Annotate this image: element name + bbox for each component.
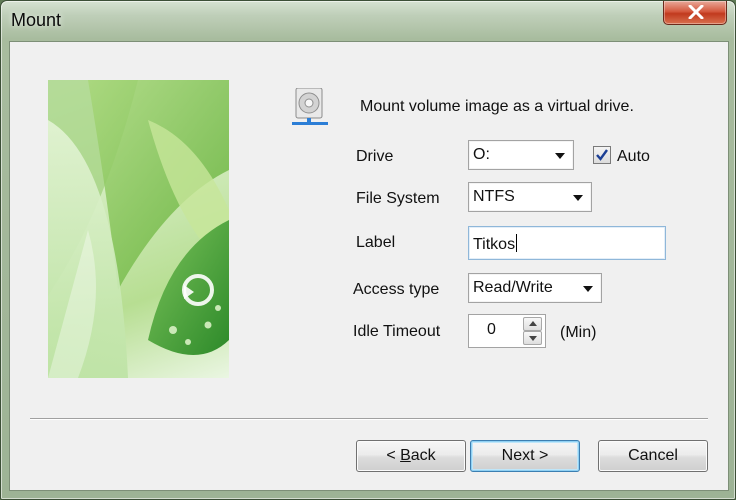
- idle-timeout-label: Idle Timeout: [353, 323, 441, 340]
- auto-label[interactable]: Auto: [617, 148, 650, 166]
- checkmark-icon: [596, 149, 608, 161]
- back-button[interactable]: < Back: [356, 440, 466, 472]
- spin-up-button[interactable]: [523, 317, 542, 331]
- volume-label-input[interactable]: Titkos: [468, 226, 666, 260]
- intro-text: Mount volume image as a virtual drive.: [360, 98, 634, 115]
- close-icon: [688, 5, 704, 19]
- access-type-select-value: Read/Write: [473, 279, 553, 296]
- window-title: Mount: [11, 10, 62, 30]
- disk-icon: [292, 88, 328, 125]
- leaf-illustration: [48, 80, 229, 378]
- drive-select-value: O:: [473, 146, 490, 163]
- file-system-label: File System: [356, 190, 440, 207]
- auto-checkbox[interactable]: [593, 146, 611, 164]
- volume-label-label: Label: [356, 234, 396, 251]
- dialog-client-area: Mount volume image as a virtual drive. D…: [9, 41, 729, 491]
- access-type-label: Access type: [353, 281, 440, 298]
- title-bar[interactable]: Mount: [1, 1, 735, 39]
- file-system-select-value: NTFS: [473, 188, 515, 205]
- spin-down-button[interactable]: [523, 331, 542, 345]
- close-button[interactable]: [663, 1, 727, 25]
- cancel-button[interactable]: Cancel: [598, 440, 708, 472]
- idle-timeout-unit: (Min): [560, 324, 597, 341]
- mount-dialog: Mount Mount volume image as a virtual dr…: [0, 0, 736, 500]
- chevron-down-icon: [583, 286, 593, 292]
- idle-timeout-stepper[interactable]: 0: [468, 314, 546, 348]
- drive-select[interactable]: O:: [468, 140, 574, 170]
- drive-label: Drive: [356, 148, 394, 165]
- chevron-down-icon: [573, 195, 583, 201]
- separator-line: [30, 418, 708, 420]
- idle-timeout-value: 0: [487, 321, 496, 338]
- access-type-select[interactable]: Read/Write: [468, 273, 602, 303]
- file-system-select[interactable]: NTFS: [468, 182, 592, 212]
- volume-label-input-value: Titkos: [473, 234, 518, 253]
- chevron-down-icon: [555, 153, 565, 159]
- next-button[interactable]: Next >: [470, 440, 580, 472]
